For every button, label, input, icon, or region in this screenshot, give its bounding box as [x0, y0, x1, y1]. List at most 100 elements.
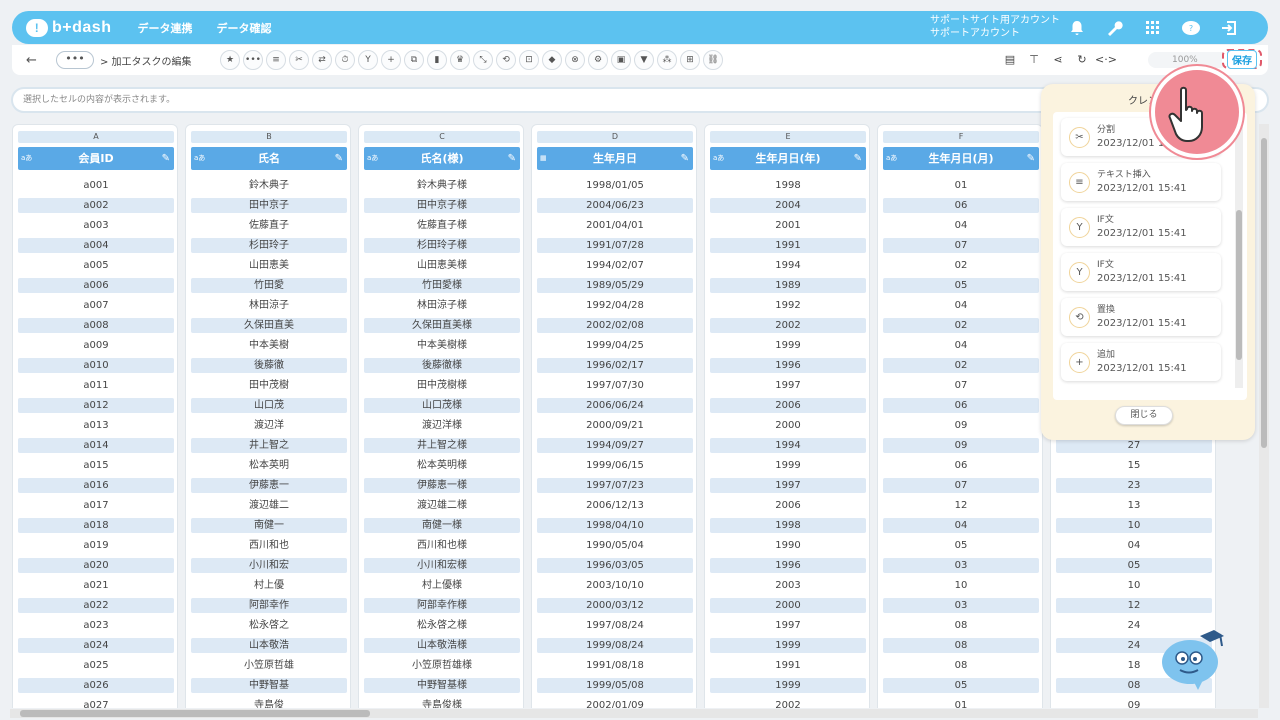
- table-cell[interactable]: 03: [883, 558, 1039, 573]
- shuffle-icon[interactable]: ⤡: [473, 50, 493, 70]
- column-letter[interactable]: A: [18, 131, 174, 143]
- table-cell[interactable]: 01: [883, 178, 1039, 193]
- table-cell[interactable]: 06: [883, 398, 1039, 413]
- table-cell[interactable]: 2000/09/21: [537, 418, 693, 433]
- table-cell[interactable]: 後藤徹様: [364, 358, 520, 373]
- table-cell[interactable]: 1991: [710, 238, 866, 253]
- table-cell[interactable]: 林田涼子様: [364, 298, 520, 313]
- table-cell[interactable]: a026: [18, 678, 174, 693]
- column-header[interactable]: aあ 生年月日(年) ✎: [710, 147, 866, 170]
- column-header[interactable]: aあ 会員ID ✎: [18, 147, 174, 170]
- table-cell[interactable]: 1998: [710, 518, 866, 533]
- crown-icon[interactable]: ♛: [450, 50, 470, 70]
- table-cell[interactable]: 2000: [710, 418, 866, 433]
- table-cell[interactable]: 1999: [710, 678, 866, 693]
- table-cell[interactable]: 13: [1056, 498, 1212, 513]
- table-cell[interactable]: 井上智之様: [364, 438, 520, 453]
- history-item[interactable]: Y IF文 2023/12/01 15:41: [1061, 208, 1221, 246]
- branch-icon[interactable]: Y: [358, 50, 378, 70]
- link-icon[interactable]: ⛓: [703, 50, 723, 70]
- table-cell[interactable]: 山本敬浩様: [364, 638, 520, 653]
- table-cell[interactable]: 渡辺洋: [191, 418, 347, 433]
- table-cell[interactable]: 佐藤直子: [191, 218, 347, 233]
- table-cell[interactable]: 1999/04/25: [537, 338, 693, 353]
- edit-pencil-icon[interactable]: ✎: [854, 147, 862, 170]
- table-cell[interactable]: 久保田直美様: [364, 318, 520, 333]
- table-cell[interactable]: a001: [18, 178, 174, 193]
- table-cell[interactable]: 10: [1056, 518, 1212, 533]
- table-cell[interactable]: 阿部幸作: [191, 598, 347, 613]
- table-cell[interactable]: a002: [18, 198, 174, 213]
- table-cell[interactable]: 02: [883, 258, 1039, 273]
- table-cell[interactable]: 1994: [710, 438, 866, 453]
- table-cell[interactable]: 杉田玲子様: [364, 238, 520, 253]
- table-cell[interactable]: a013: [18, 418, 174, 433]
- edit-pencil-icon[interactable]: ✎: [508, 147, 516, 170]
- table-cell[interactable]: 山口茂様: [364, 398, 520, 413]
- table-cell[interactable]: 04: [883, 518, 1039, 533]
- table-cell[interactable]: a004: [18, 238, 174, 253]
- edit-pencil-icon[interactable]: ✎: [681, 147, 689, 170]
- table-cell[interactable]: 2006: [710, 498, 866, 513]
- table-cell[interactable]: a018: [18, 518, 174, 533]
- column-letter[interactable]: B: [191, 131, 347, 143]
- table-cell[interactable]: 渡辺雄二様: [364, 498, 520, 513]
- table-cell[interactable]: 1989/05/29: [537, 278, 693, 293]
- wrench-icon[interactable]: [1103, 17, 1125, 39]
- table-cell[interactable]: 山田恵美: [191, 258, 347, 273]
- help-chat-icon[interactable]: ?: [1180, 17, 1202, 39]
- save-button-highlight[interactable]: 保存: [1222, 49, 1262, 69]
- table-cell[interactable]: 1996/02/17: [537, 358, 693, 373]
- table-cell[interactable]: 23: [1056, 478, 1212, 493]
- table-cell[interactable]: a017: [18, 498, 174, 513]
- grid-icon[interactable]: [1142, 17, 1164, 39]
- history-scrollbar[interactable]: [1235, 118, 1243, 388]
- horizontal-scrollbar[interactable]: [10, 709, 1258, 718]
- table-cell[interactable]: 1999: [710, 458, 866, 473]
- table-cell[interactable]: 2004/06/23: [537, 198, 693, 213]
- vertical-scrollbar[interactable]: [1259, 124, 1269, 708]
- table-cell[interactable]: 2000: [710, 598, 866, 613]
- table-cell[interactable]: a006: [18, 278, 174, 293]
- history-item[interactable]: ≡ テキスト挿入 2023/12/01 15:41: [1061, 163, 1221, 201]
- table-cell[interactable]: 05: [883, 538, 1039, 553]
- zoom-level[interactable]: 100%: [1148, 52, 1228, 68]
- tune-icon[interactable]: ⚙: [588, 50, 608, 70]
- table-cell[interactable]: 05: [883, 678, 1039, 693]
- table-cell[interactable]: 10: [1056, 578, 1212, 593]
- table-cell[interactable]: 1998: [710, 178, 866, 193]
- lock-icon[interactable]: ⊡: [519, 50, 539, 70]
- table-cell[interactable]: 1999/08/24: [537, 638, 693, 653]
- table-cell[interactable]: a014: [18, 438, 174, 453]
- table-cell[interactable]: 1999/05/08: [537, 678, 693, 693]
- flow-icon[interactable]: ⊤: [1026, 51, 1042, 68]
- table-cell[interactable]: 林田涼子: [191, 298, 347, 313]
- table-cell[interactable]: 08: [883, 618, 1039, 633]
- table-cell[interactable]: 山田恵美様: [364, 258, 520, 273]
- table-cell[interactable]: 鈴木典子様: [364, 178, 520, 193]
- table-cell[interactable]: 南健一様: [364, 518, 520, 533]
- table-cell[interactable]: 2003: [710, 578, 866, 593]
- table-cell[interactable]: 1997: [710, 618, 866, 633]
- table-cell[interactable]: 2002/01/09: [537, 698, 693, 708]
- mascot-icon[interactable]: [1160, 628, 1226, 690]
- table-cell[interactable]: a019: [18, 538, 174, 553]
- edit-pencil-icon[interactable]: ✎: [162, 147, 170, 170]
- table-cell[interactable]: 渡辺雄二: [191, 498, 347, 513]
- table-cell[interactable]: a010: [18, 358, 174, 373]
- table-cell[interactable]: 1997/07/23: [537, 478, 693, 493]
- table-cell[interactable]: 1999: [710, 338, 866, 353]
- table-cell[interactable]: 09: [1056, 698, 1212, 708]
- table-cell[interactable]: 中野智基: [191, 678, 347, 693]
- table-cell[interactable]: 1991: [710, 658, 866, 673]
- column-header[interactable]: ▦ 生年月日 ✎: [537, 147, 693, 170]
- table-cell[interactable]: 07: [883, 478, 1039, 493]
- back-arrow-icon[interactable]: ←: [26, 53, 42, 68]
- table-cell[interactable]: 寺島俊: [191, 698, 347, 708]
- table-cell[interactable]: 1997: [710, 478, 866, 493]
- table-cell[interactable]: 09: [883, 438, 1039, 453]
- table-cell[interactable]: 村上優様: [364, 578, 520, 593]
- repeat-icon[interactable]: ⟲: [496, 50, 516, 70]
- table-cell[interactable]: 2001: [710, 218, 866, 233]
- table-cell[interactable]: 久保田直美: [191, 318, 347, 333]
